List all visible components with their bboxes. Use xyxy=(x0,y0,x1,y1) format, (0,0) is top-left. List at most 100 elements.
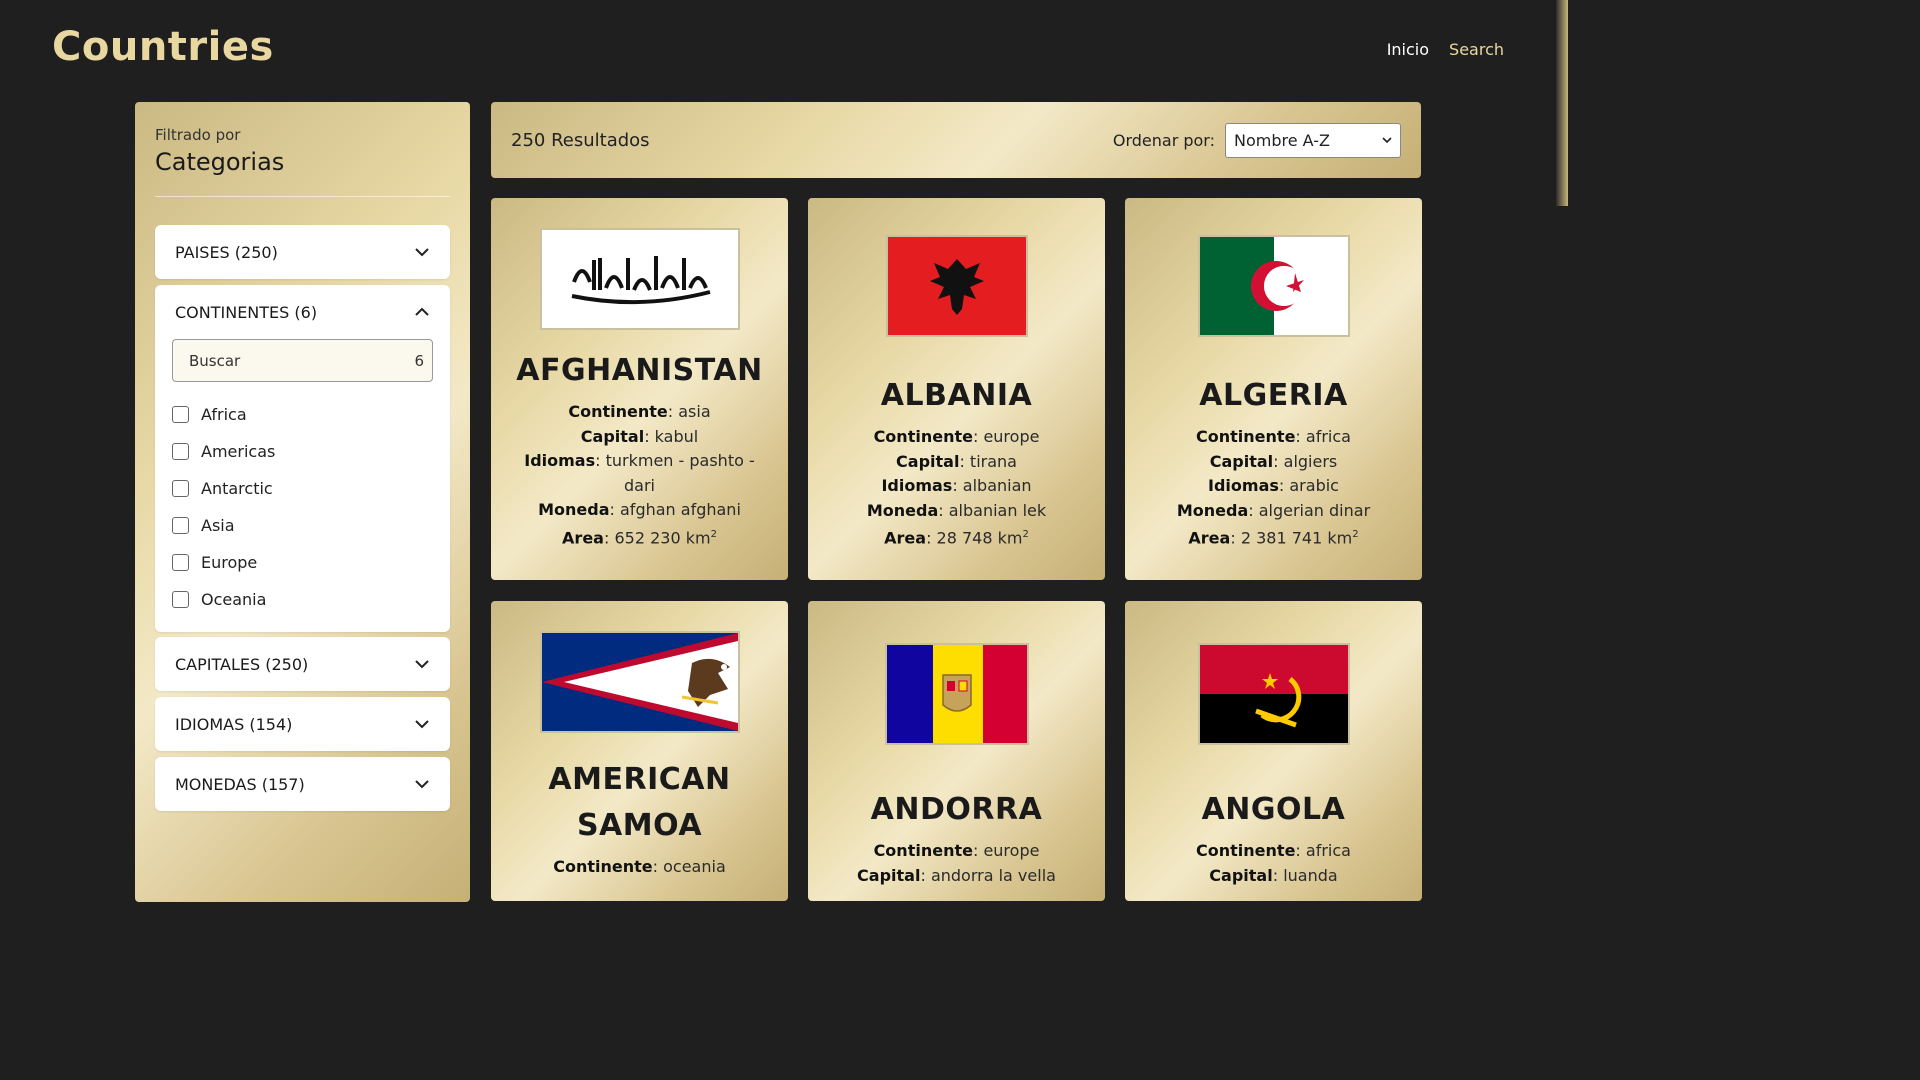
andorra-flag-icon xyxy=(886,645,1027,743)
continent-value: africa xyxy=(1305,427,1351,446)
languages-value: arabic xyxy=(1289,476,1339,495)
main-nav: Inicio Search xyxy=(1387,40,1504,59)
area-unit: km xyxy=(997,528,1023,548)
angola-flag-icon xyxy=(1199,645,1348,743)
capital-value: algiers xyxy=(1283,451,1338,471)
continent-option[interactable]: Asia xyxy=(172,507,433,544)
languages-value: turkmen - pashto - dari xyxy=(605,451,755,495)
capital-value: tirana xyxy=(969,451,1017,471)
languages-label: Idiomas xyxy=(1208,476,1279,495)
continent-option-label: Antarctic xyxy=(201,479,273,498)
flag-image-afghanistan xyxy=(539,228,740,330)
continent-value: europe xyxy=(983,427,1040,446)
currency-label: Moneda xyxy=(538,500,610,519)
accordion-idiomas: IDIOMAS (154) xyxy=(155,697,450,751)
continent-option-label: Europe xyxy=(201,553,258,572)
capital-label: Capital xyxy=(580,426,645,446)
continent-value: europe xyxy=(983,841,1040,860)
sort-select[interactable]: Nombre A-Z xyxy=(1225,122,1401,158)
continent-option-label: Asia xyxy=(201,516,235,535)
checkbox[interactable] xyxy=(172,554,189,571)
continent-option[interactable]: Americas xyxy=(172,433,433,470)
country-card[interactable]: AMERICAN SAMOA Continente: oceania xyxy=(491,601,788,901)
area-value: 2 381 741 xyxy=(1240,528,1323,548)
chevron-down-icon xyxy=(1382,137,1392,144)
page-scrollbar[interactable] xyxy=(1556,0,1568,882)
area-unit: km xyxy=(685,527,711,547)
checkbox[interactable] xyxy=(172,480,189,497)
continent-option[interactable]: Africa xyxy=(172,396,433,433)
sort-control: Ordenar por: Nombre A-Z xyxy=(1113,122,1401,158)
languages-value: albanian xyxy=(962,476,1032,495)
albania-flag-icon xyxy=(887,237,1026,335)
continent-search-input[interactable] xyxy=(189,351,389,370)
continent-option-label: Africa xyxy=(201,405,247,424)
currency-value: albanian lek xyxy=(948,500,1047,520)
continent-option[interactable]: Antarctic xyxy=(172,470,433,507)
country-info: Continente: africa Capital: algiers Idio… xyxy=(1176,427,1371,548)
flag-image-andorra xyxy=(884,643,1029,745)
country-card[interactable]: ANDORRA Continente: europe Capital: ando… xyxy=(808,601,1105,901)
checkbox[interactable] xyxy=(172,591,189,608)
accordion-idiomas-label: IDIOMAS (154) xyxy=(175,714,293,734)
sort-selected-value: Nombre A-Z xyxy=(1234,130,1330,150)
results-bar: 250 Resultados Ordenar por: Nombre A-Z xyxy=(491,102,1421,178)
accordion-capitales-label: CAPITALES (250) xyxy=(175,654,309,674)
continent-value: oceania xyxy=(663,857,726,876)
accordion-paises: PAISES (250) xyxy=(155,225,450,279)
accordion-continentes-label: CONTINENTES (6) xyxy=(175,302,318,322)
header: Countries Inicio Search xyxy=(0,0,1568,100)
accordion-monedas-header[interactable]: MONEDAS (157) xyxy=(155,757,450,811)
nav-inicio-link[interactable]: Inicio xyxy=(1387,40,1429,59)
checkbox[interactable] xyxy=(172,443,189,460)
chevron-down-icon xyxy=(415,720,429,729)
continent-label: Continente xyxy=(568,402,668,421)
area-value: 28 748 xyxy=(936,528,993,548)
accordion-paises-label: PAISES (250) xyxy=(175,242,278,262)
nav-search-link[interactable]: Search xyxy=(1449,40,1504,59)
continent-label: Continente xyxy=(873,427,973,446)
country-info: Continente: europe Capital: andorra la v… xyxy=(857,841,1056,885)
area-label: Area xyxy=(562,527,604,547)
capital-label: Capital xyxy=(1209,451,1274,471)
area-label: Area xyxy=(1188,528,1231,548)
flag-image-algeria xyxy=(1197,235,1350,337)
accordion-paises-header[interactable]: PAISES (250) xyxy=(155,225,450,279)
accordion-monedas-label: MONEDAS (157) xyxy=(175,774,305,794)
continent-count: 6 xyxy=(414,351,424,370)
site-logo[interactable]: Countries xyxy=(52,24,274,70)
capital-label: Capital xyxy=(857,865,921,885)
chevron-down-icon xyxy=(415,248,429,257)
continent-search-field: 6 xyxy=(172,339,433,382)
country-name: AMERICAN SAMOA xyxy=(548,762,731,843)
country-card[interactable]: ALBANIA Continente: europe Capital: tira… xyxy=(808,198,1105,580)
country-card[interactable]: ALGERIA Continente: africa Capital: algi… xyxy=(1125,198,1422,580)
accordion-idiomas-header[interactable]: IDIOMAS (154) xyxy=(155,697,450,751)
capital-label: Capital xyxy=(896,451,960,471)
continent-option[interactable]: Europe xyxy=(172,544,433,581)
currency-value: algerian dinar xyxy=(1258,500,1371,520)
accordion-continentes-header[interactable]: CONTINENTES (6) xyxy=(155,285,450,339)
currency-label: Moneda xyxy=(866,500,939,520)
accordion-continentes: CONTINENTES (6) 6 Africa Americas Antarcti… xyxy=(155,285,450,632)
capital-label: Capital xyxy=(1209,865,1273,885)
country-card[interactable]: ANGOLA Continente: africa Capital: luand… xyxy=(1125,601,1422,901)
continent-option[interactable]: Oceania xyxy=(172,581,433,618)
chevron-down-icon xyxy=(415,780,429,789)
country-card[interactable]: AFGHANISTAN Continente: asia Capital: ka… xyxy=(491,198,788,580)
continent-option-label: Oceania xyxy=(201,590,267,609)
scrollbar-thumb[interactable] xyxy=(1556,0,1568,206)
checkbox[interactable] xyxy=(172,517,189,534)
flag-image-albania xyxy=(885,235,1028,337)
area-exponent: 2 xyxy=(710,528,717,540)
accordion-capitales-header[interactable]: CAPITALES (250) xyxy=(155,637,450,691)
area-exponent: 2 xyxy=(1352,529,1359,540)
continent-label: Continente xyxy=(1196,841,1296,860)
flag-image-american-samoa xyxy=(539,631,740,733)
checkbox[interactable] xyxy=(172,406,189,423)
filtered-by-label: Filtrado por xyxy=(155,126,241,144)
accordion-monedas: MONEDAS (157) xyxy=(155,757,450,811)
accordion-capitales: CAPITALES (250) xyxy=(155,637,450,691)
country-info: Continente: africa Capital: luanda xyxy=(1196,841,1351,885)
country-name: ALGERIA xyxy=(1199,378,1348,413)
